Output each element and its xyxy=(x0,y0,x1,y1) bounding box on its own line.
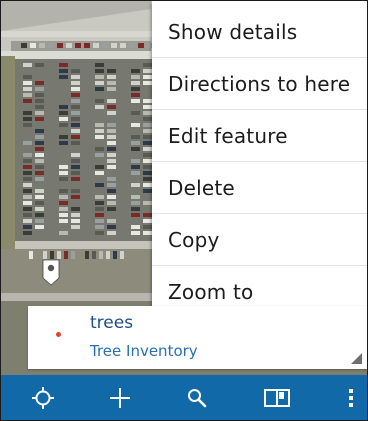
search-button[interactable] xyxy=(177,375,217,420)
add-button[interactable] xyxy=(100,375,140,420)
overflow-menu-icon xyxy=(349,388,353,407)
feature-marker-icon xyxy=(56,332,61,337)
app-frame: Show details Directions to here Edit fea… xyxy=(0,0,368,421)
menu-item-delete[interactable]: Delete xyxy=(152,162,367,214)
menu-item-directions-to-here[interactable]: Directions to here xyxy=(152,58,367,110)
bottom-toolbar xyxy=(1,375,367,420)
menu-item-show-details[interactable]: Show details xyxy=(152,1,367,58)
menu-item-copy[interactable]: Copy xyxy=(152,214,367,266)
callout-subtitle: Tree Inventory xyxy=(90,342,198,360)
search-icon xyxy=(188,388,207,407)
context-menu: Show details Directions to here Edit fea… xyxy=(152,1,367,316)
callout-title: trees xyxy=(90,313,134,333)
expand-corner-icon[interactable] xyxy=(351,353,362,364)
locate-button[interactable] xyxy=(23,375,63,420)
overflow-menu-button[interactable] xyxy=(339,375,363,420)
location-pin-icon[interactable] xyxy=(41,258,61,286)
menu-item-edit-feature[interactable]: Edit feature xyxy=(152,110,367,162)
feature-callout[interactable]: trees Tree Inventory xyxy=(28,306,367,369)
locate-icon xyxy=(32,386,54,409)
map-book-button[interactable] xyxy=(257,375,297,420)
add-icon xyxy=(110,387,130,408)
map-book-icon xyxy=(264,388,290,407)
